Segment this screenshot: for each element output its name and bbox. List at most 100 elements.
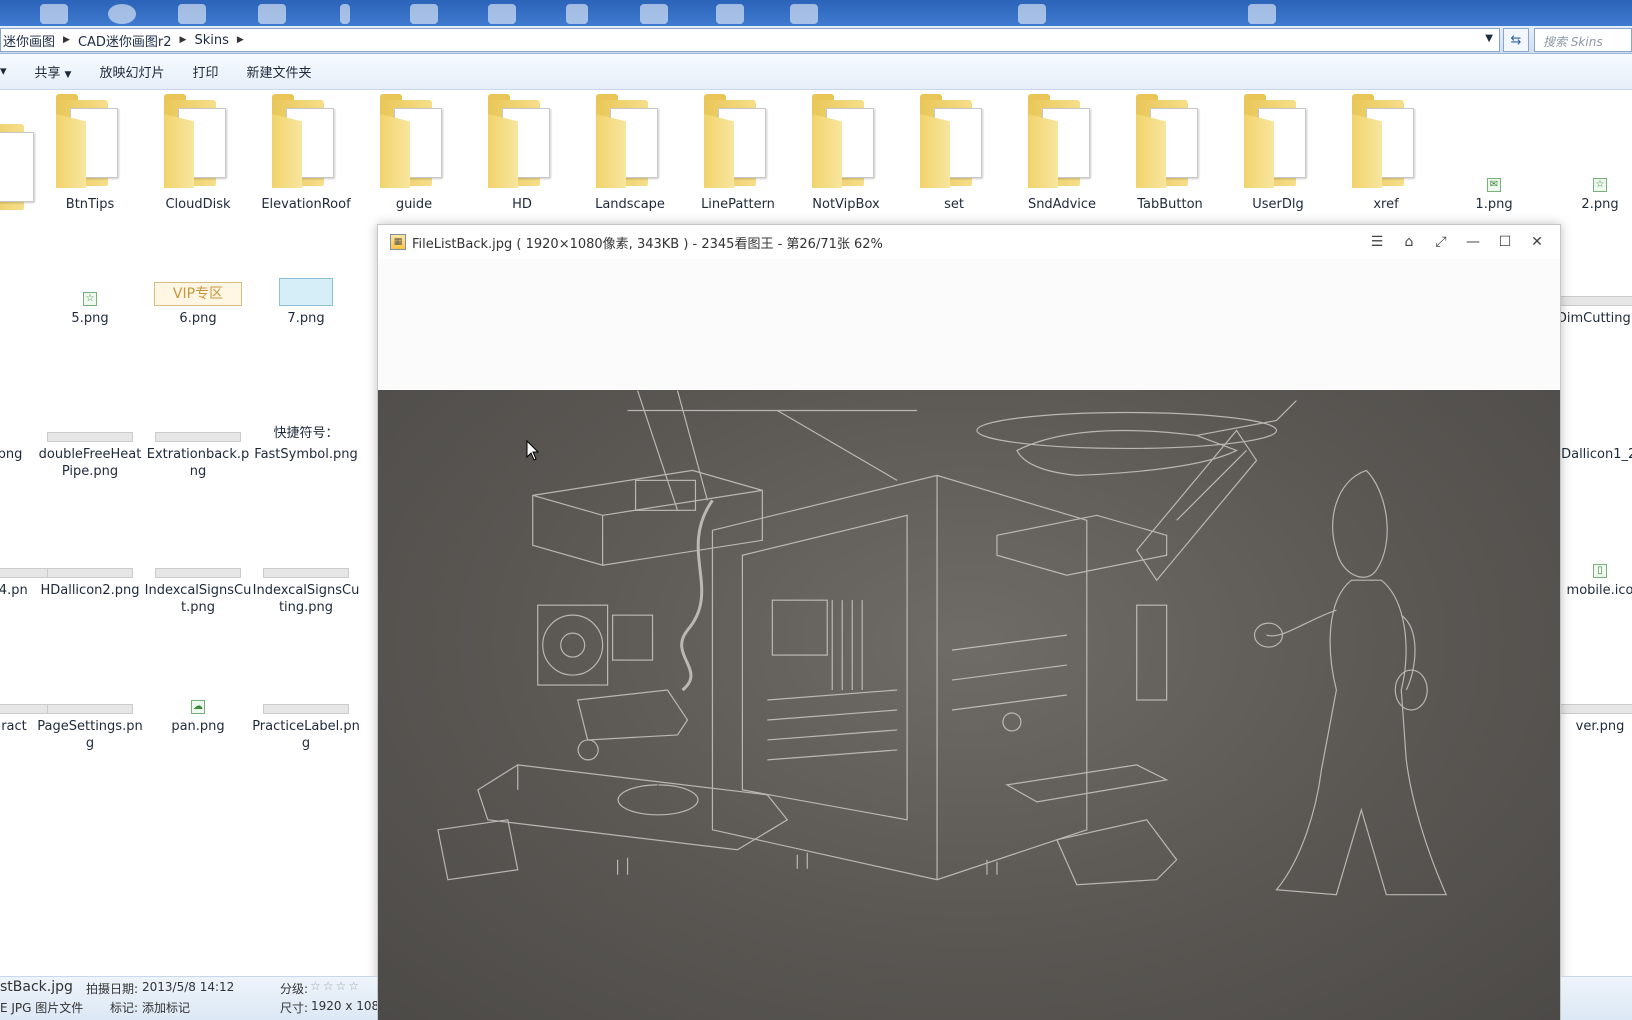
file-item[interactable]: ☆ 2.png (1546, 152, 1632, 213)
status-tag-value[interactable]: 添加标记 (142, 999, 190, 1016)
file-item[interactable]: doubleFreeHeatPipe.png (36, 402, 144, 480)
menu-button[interactable]: ☰ (1366, 232, 1388, 252)
folder-name: guide (395, 197, 433, 212)
taskbar-icon[interactable] (108, 4, 136, 24)
close-button[interactable]: ✕ (1526, 232, 1548, 252)
fullscreen-button[interactable]: ⤢ (1430, 232, 1452, 252)
folder-item[interactable]: SndAdvice (1008, 94, 1116, 213)
taskbar-icon[interactable] (258, 4, 286, 24)
skin-button[interactable]: ⌂ (1398, 232, 1420, 252)
folder-item[interactable]: xref (1332, 94, 1440, 213)
viewer-title: FileListBack.jpg ( 1920×1080像素, 343KB ) … (412, 236, 883, 252)
app-icon: ▦ (390, 234, 406, 250)
taskbar-icon[interactable] (410, 4, 438, 24)
toolbar: ▾ 共享 ▼ 放映幻灯片 打印 新建文件夹 (0, 54, 1632, 90)
folder-item[interactable]: TabButton (1116, 94, 1224, 213)
print-button[interactable]: 打印 (178, 62, 232, 81)
image-icon (155, 432, 241, 442)
folder-item[interactable]: set (900, 94, 1008, 213)
image-icon: ☆ (1593, 178, 1607, 192)
folder-icon (266, 94, 346, 192)
folder-name: UserDlg (1252, 197, 1304, 212)
minimize-button[interactable]: — (1462, 232, 1484, 252)
folder-name: TabButton (1137, 197, 1203, 212)
folder-name: LinePattern (701, 197, 775, 212)
status-size-value: 1920 x 108 (311, 999, 377, 1013)
folder-icon (590, 94, 670, 192)
chevron-down-icon[interactable]: ▾ (0, 64, 21, 79)
taskbar-icon[interactable] (40, 4, 68, 24)
chevron-right-icon[interactable]: ▶ (180, 35, 187, 45)
image-icon (279, 278, 333, 306)
folder-icon (374, 94, 454, 192)
image-icon: ▯ (1593, 564, 1607, 578)
fastsymbol-thumb: 快捷符号： (273, 426, 339, 441)
breadcrumb[interactable]: 迷你画图 ▶ CAD迷你画图r2 ▶ Skins ▶ ▼ (0, 28, 1500, 52)
taskbar-icon[interactable] (178, 4, 206, 24)
file-name: 6.png (179, 311, 217, 326)
share-button[interactable]: 共享 ▼ (21, 62, 86, 81)
breadcrumb-item[interactable]: CAD迷你画图r2 (78, 31, 172, 50)
chevron-down-icon[interactable]: ▼ (1485, 33, 1493, 44)
breadcrumb-item[interactable]: Skins (194, 33, 228, 48)
address-bar: 迷你画图 ▶ CAD迷你画图r2 ▶ Skins ▶ ▼ ⇆ 搜索 Skins (0, 26, 1632, 54)
breadcrumb-item[interactable]: 迷你画图 (3, 31, 55, 50)
file-item[interactable]: Extrationback.png (144, 402, 252, 480)
folder-item[interactable]: guide (360, 94, 468, 213)
taskbar-icon[interactable] (640, 4, 668, 24)
folder-item[interactable]: BtnTips (36, 94, 144, 213)
taskbar-strip (0, 0, 1632, 26)
chevron-right-icon[interactable]: ▶ (237, 35, 244, 45)
folder-icon (482, 94, 562, 192)
taskbar-icon[interactable] (488, 4, 516, 24)
file-item[interactable]: IndexcalSignsCut.png (144, 538, 252, 616)
file-item[interactable]: PageSettings.png (36, 674, 144, 752)
file-item[interactable]: ☁ pan.png (144, 674, 252, 735)
taskbar-icon[interactable] (566, 4, 588, 24)
file-name: FastSymbol.png (254, 447, 358, 462)
file-item[interactable]: ✉ 1.png (1440, 152, 1548, 213)
file-item[interactable]: VIP专区 6.png (144, 266, 252, 327)
taskbar-icon[interactable] (1018, 4, 1046, 24)
file-thumbnail: ☆ (36, 266, 144, 306)
folder-icon (158, 94, 238, 192)
refresh-icon: ⇆ (1510, 32, 1522, 48)
folder-icon (1346, 94, 1426, 192)
image-icon: ✉ (1487, 178, 1501, 192)
image-icon (1557, 296, 1632, 306)
folder-item[interactable]: CloudDisk (144, 94, 252, 213)
folder-item[interactable]: LinePattern (684, 94, 792, 213)
taskbar-icon[interactable] (790, 4, 818, 24)
folder-name: ElevationRoof (261, 197, 351, 212)
file-name: doubleFreeHeatPipe.png (38, 447, 142, 479)
file-item[interactable]: 7.png (252, 266, 360, 327)
blueprint-sketch (437, 390, 1448, 896)
new-folder-button[interactable]: 新建文件夹 (233, 62, 326, 81)
file-thumbnail (252, 266, 360, 306)
file-name: pan.png (171, 719, 225, 734)
file-item[interactable]: HDallicon2.png (36, 538, 144, 599)
folder-item[interactable]: UserDlg (1224, 94, 1332, 213)
rating-stars-icon[interactable]: ☆☆☆☆ (310, 979, 361, 993)
vip-badge: VIP专区 (154, 282, 242, 306)
slideshow-button[interactable]: 放映幻灯片 (85, 62, 178, 81)
taskbar-icon[interactable] (716, 4, 744, 24)
displayed-image[interactable] (378, 390, 1560, 1020)
refresh-button[interactable]: ⇆ (1503, 28, 1529, 52)
file-item[interactable]: 快捷符号： FastSymbol.png (252, 402, 360, 463)
maximize-button[interactable]: ☐ (1494, 232, 1516, 252)
image-icon (47, 568, 133, 578)
folder-item[interactable]: Landscape (576, 94, 684, 213)
file-name: Extrationback.png (146, 447, 250, 479)
chevron-right-icon[interactable]: ▶ (63, 35, 70, 45)
folder-item[interactable]: ElevationRoof (252, 94, 360, 213)
file-thumbnail: 快捷符号： (252, 402, 360, 442)
search-input[interactable]: 搜索 Skins (1534, 28, 1632, 52)
taskbar-icon[interactable] (340, 4, 350, 24)
folder-item[interactable]: NotVipBox (792, 94, 900, 213)
folder-item[interactable]: HD (468, 94, 576, 213)
taskbar-icon[interactable] (1248, 4, 1276, 24)
folder-icon (1130, 94, 1210, 192)
file-item[interactable]: ☆ 5.png (36, 266, 144, 327)
folder-name: set (944, 197, 964, 212)
